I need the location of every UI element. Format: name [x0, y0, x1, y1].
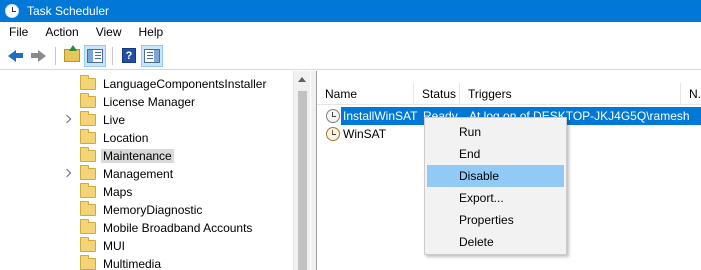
- tree-item-license-manager[interactable]: License Manager: [0, 93, 293, 111]
- list-header: Name Status Triggers N.: [317, 83, 701, 105]
- up-one-level-button[interactable]: [61, 45, 83, 67]
- menu-file[interactable]: File: [2, 25, 35, 39]
- context-menu: Run End Disable Export... Properties Del…: [424, 117, 567, 255]
- tree-item-label: License Manager: [103, 95, 196, 109]
- tree-item-maintenance[interactable]: Maintenance: [0, 147, 293, 165]
- tree-item-label: MemoryDiagnostic: [103, 203, 203, 217]
- chevron-right-icon[interactable]: [63, 169, 73, 179]
- toolbar-separator: [112, 46, 113, 65]
- task-name: WinSAT: [343, 127, 387, 141]
- toolbar: ?: [0, 42, 701, 70]
- menu-view[interactable]: View: [89, 25, 129, 39]
- window-title: Task Scheduler: [27, 4, 110, 18]
- scroll-up-arrow-icon[interactable]: [298, 77, 306, 82]
- folder-icon: [80, 219, 96, 234]
- folder-icon: [80, 75, 96, 90]
- tree-item-label: Management: [103, 167, 174, 181]
- context-menu-export[interactable]: Export...: [427, 187, 564, 209]
- column-header-status[interactable]: Status: [414, 83, 460, 105]
- tree-item-live[interactable]: Live: [0, 111, 293, 129]
- folder-icon: [80, 165, 96, 180]
- tree-item-label: Maps: [103, 185, 133, 199]
- console-tree-icon: [87, 48, 103, 63]
- help-button[interactable]: ?: [118, 45, 140, 67]
- title-bar[interactable]: Task Scheduler: [0, 0, 701, 22]
- up-folder-icon: [64, 45, 80, 62]
- back-arrow-icon: [7, 49, 23, 62]
- tree-item-mobile-broadband-accounts[interactable]: Mobile Broadband Accounts: [0, 219, 293, 237]
- tree-item-memorydiagnostic[interactable]: MemoryDiagnostic: [0, 201, 293, 219]
- menu-bar: File Action View Help: [0, 22, 701, 42]
- task-scheduler-clock-icon: [5, 4, 19, 18]
- tree-item-location[interactable]: Location: [0, 129, 293, 147]
- menu-action[interactable]: Action: [38, 25, 85, 39]
- tree-item-maps[interactable]: Maps: [0, 183, 293, 201]
- console-tree[interactable]: LanguageComponentsInstaller License Mana…: [0, 71, 311, 270]
- tree-item-label: MUI: [103, 239, 125, 253]
- tree-item-multimedia[interactable]: Multimedia: [0, 255, 293, 270]
- back-button[interactable]: [4, 45, 26, 67]
- folder-icon: [80, 129, 96, 144]
- tree-item-languagecomponentsinstaller[interactable]: LanguageComponentsInstaller: [0, 75, 293, 93]
- context-menu-end[interactable]: End: [427, 143, 564, 165]
- folder-icon: [80, 237, 96, 252]
- task-clock-icon: [326, 127, 340, 141]
- folder-icon: [80, 255, 96, 270]
- tree-item-label: Maintenance: [101, 149, 174, 163]
- scrollbar-thumb[interactable]: [298, 91, 307, 270]
- context-menu-run[interactable]: Run: [427, 121, 564, 143]
- show-hide-console-tree-button[interactable]: [84, 44, 106, 67]
- folder-icon: [80, 93, 96, 108]
- column-header-next-run[interactable]: N.: [681, 83, 701, 105]
- tree-item-label: LanguageComponentsInstaller: [103, 77, 267, 91]
- forward-button[interactable]: [27, 45, 49, 67]
- column-header-triggers[interactable]: Triggers: [460, 83, 681, 105]
- tree-item-management[interactable]: Management: [0, 165, 293, 183]
- tree-vertical-scrollbar[interactable]: [293, 71, 310, 270]
- action-pane-icon: [144, 48, 160, 63]
- menu-help[interactable]: Help: [132, 25, 171, 39]
- toolbar-separator: [55, 46, 56, 65]
- tree-item-label: Location: [103, 131, 149, 145]
- folder-icon: [80, 183, 96, 198]
- task-clock-icon: [326, 109, 340, 123]
- show-hide-action-pane-button[interactable]: [141, 44, 163, 67]
- help-icon: ?: [122, 48, 136, 63]
- tree-item-label: Mobile Broadband Accounts: [103, 221, 253, 235]
- task-name: InstallWinSAT: [343, 109, 418, 123]
- chevron-right-icon[interactable]: [63, 115, 73, 125]
- context-menu-disable[interactable]: Disable: [427, 165, 564, 187]
- folder-icon: [80, 147, 96, 162]
- tree-item-label: Live: [103, 113, 126, 127]
- column-header-name[interactable]: Name: [317, 83, 414, 105]
- tree-item-label: Multimedia: [103, 257, 162, 270]
- folder-icon: [80, 201, 96, 216]
- context-menu-delete[interactable]: Delete: [427, 231, 564, 253]
- forward-arrow-icon: [30, 49, 46, 62]
- context-menu-properties[interactable]: Properties: [427, 209, 564, 231]
- folder-icon: [80, 111, 96, 126]
- tree-item-mui[interactable]: MUI: [0, 237, 293, 255]
